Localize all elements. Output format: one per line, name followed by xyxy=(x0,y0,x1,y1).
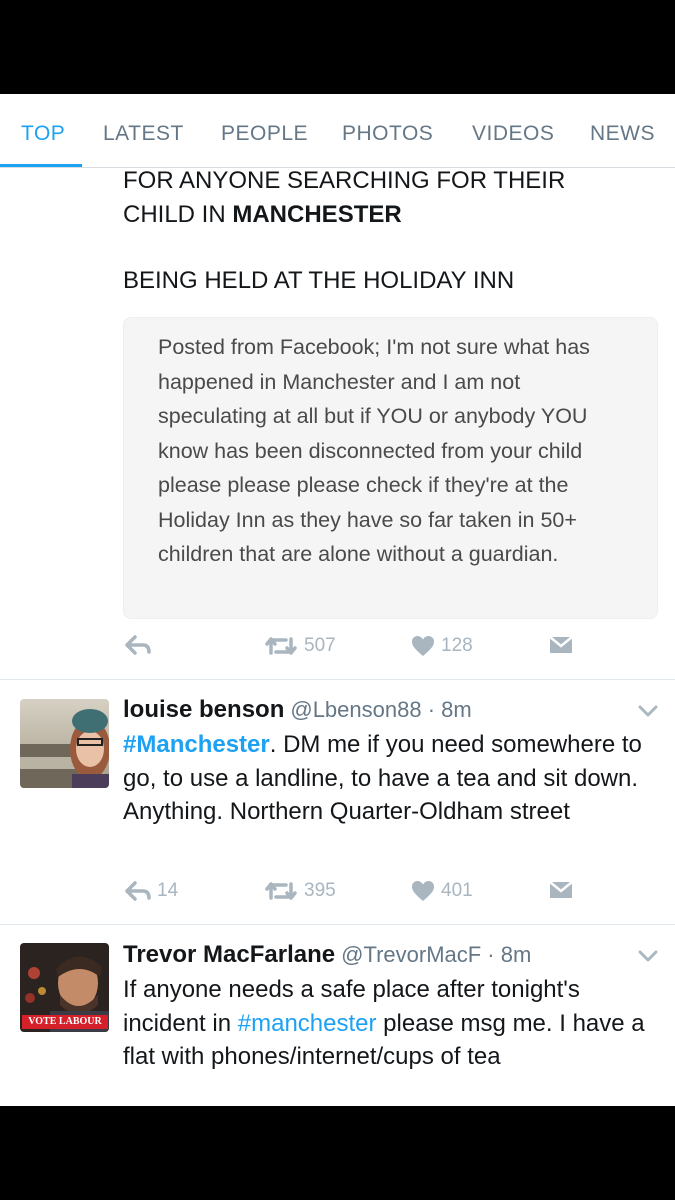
chevron-down-icon[interactable] xyxy=(638,705,658,717)
like-button[interactable]: 401 xyxy=(411,880,473,902)
tweet-actions: 507 128 xyxy=(0,635,675,665)
user-handle-time[interactable]: @TrevorMacF · 8m xyxy=(341,942,531,967)
tab-people[interactable]: PEOPLE xyxy=(221,122,308,146)
chevron-down-icon[interactable] xyxy=(638,950,658,962)
tweet-text-line: BEING HELD AT THE HOLIDAY INN xyxy=(123,267,515,294)
display-name[interactable]: Trevor MacFarlane xyxy=(123,941,335,968)
divider xyxy=(0,679,675,680)
direct-message-button[interactable] xyxy=(549,880,573,900)
bold-word: MANCHESTER xyxy=(232,201,402,228)
heart-icon xyxy=(412,636,434,656)
tweet-text-line: CHILD IN MANCHESTER xyxy=(123,201,402,228)
tab-news[interactable]: NEWS xyxy=(590,122,655,146)
retweet-button[interactable]: 395 xyxy=(264,880,336,902)
hashtag-link[interactable]: #manchester xyxy=(238,1010,377,1037)
direct-message-icon xyxy=(549,636,573,653)
like-count: 401 xyxy=(441,880,473,901)
direct-message-icon xyxy=(549,881,573,898)
direct-message-button[interactable] xyxy=(549,635,573,655)
like-button[interactable]: 128 xyxy=(411,635,473,657)
twitter-search-screen: TOP LATEST PEOPLE PHOTOS VIDEOS NEWS FOR… xyxy=(0,94,675,1106)
reply-icon xyxy=(125,881,151,901)
retweet-icon xyxy=(265,882,297,900)
user-handle-time[interactable]: @Lbenson88 · 8m xyxy=(290,697,471,722)
tweet-actions: 14 395 401 xyxy=(0,880,675,910)
reply-icon xyxy=(125,635,151,655)
tweet-text: If anyone needs a safe place after tonig… xyxy=(123,976,645,1070)
tweet-header: Trevor MacFarlane @TrevorMacF · 8m xyxy=(123,941,531,969)
reply-button[interactable] xyxy=(125,635,151,655)
search-tabs: TOP LATEST PEOPLE PHOTOS VIDEOS NEWS xyxy=(0,94,675,168)
tab-top[interactable]: TOP xyxy=(21,122,65,146)
tab-videos[interactable]: VIDEOS xyxy=(472,122,554,146)
active-tab-indicator xyxy=(0,164,82,167)
attached-image-text: Posted from Facebook; I'm not sure what … xyxy=(158,335,590,566)
tweet-header: louise benson @Lbenson88 · 8m xyxy=(123,696,472,724)
avatar[interactable]: VOTE LABOUR xyxy=(20,943,109,1032)
attached-image[interactable]: Posted from Facebook; I'm not sure what … xyxy=(123,317,658,619)
display-name[interactable]: louise benson xyxy=(123,696,284,723)
like-count: 128 xyxy=(441,635,473,656)
divider xyxy=(0,924,675,925)
tweet-text: #Manchester. DM me if you need somewhere… xyxy=(123,731,642,825)
heart-icon xyxy=(412,881,434,901)
retweet-count: 395 xyxy=(304,880,336,901)
retweet-icon xyxy=(265,637,297,655)
avatar-badge: VOTE LABOUR xyxy=(22,1015,108,1029)
tweet-text-line: FOR ANYONE SEARCHING FOR THEIR xyxy=(123,167,566,194)
avatar[interactable] xyxy=(20,699,109,788)
tab-photos[interactable]: PHOTOS xyxy=(342,122,433,146)
retweet-count: 507 xyxy=(304,635,336,656)
reply-count: 14 xyxy=(157,880,179,901)
tab-latest[interactable]: LATEST xyxy=(103,122,184,146)
retweet-button[interactable]: 507 xyxy=(264,635,336,657)
reply-button[interactable]: 14 xyxy=(125,880,178,902)
hashtag-link[interactable]: #Manchester xyxy=(123,731,270,758)
